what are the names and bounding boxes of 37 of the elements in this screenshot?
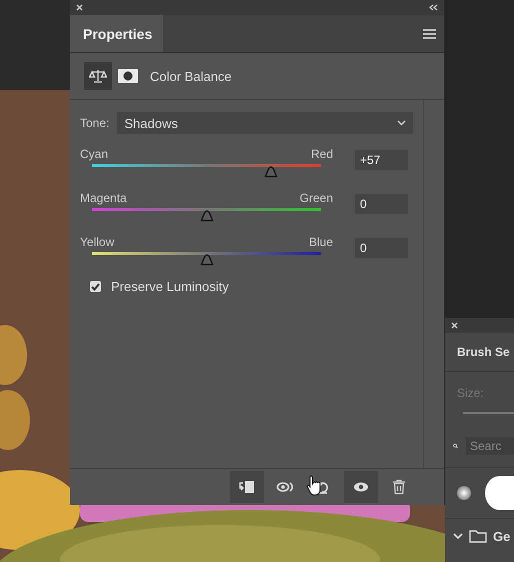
slider-thumb[interactable] [200, 254, 214, 266]
slider-label: Red [310, 147, 333, 161]
slider-thumb[interactable] [200, 210, 214, 222]
adjustment-title: Color Balance [150, 68, 232, 84]
slider-label: Yellow [80, 235, 114, 249]
soft-brush-icon[interactable] [457, 486, 471, 500]
panel-tab[interactable]: Properties [70, 15, 163, 52]
value-field[interactable]: +57 [355, 150, 408, 170]
clip-layer-icon [238, 479, 256, 495]
slider-label: Magenta [80, 191, 127, 205]
layer-mask-icon[interactable] [118, 69, 138, 83]
value-field[interactable]: 0 [355, 238, 408, 258]
value-field[interactable]: 0 [355, 194, 408, 214]
close-icon[interactable] [451, 322, 458, 329]
tone-label: Tone: [80, 116, 110, 130]
close-icon[interactable] [76, 4, 83, 11]
brush-group-name[interactable]: Ge [493, 529, 510, 544]
chevron-down-icon [397, 120, 406, 126]
collapse-icon[interactable] [429, 4, 438, 11]
balance-scale-icon[interactable] [84, 62, 112, 90]
slider-label: Green [300, 191, 333, 205]
visibility-button[interactable] [344, 471, 378, 503]
eye-arrow-icon [276, 479, 294, 495]
menu-icon[interactable] [423, 28, 436, 38]
clip-to-layer-button[interactable] [230, 471, 264, 503]
tone-dropdown[interactable]: Shadows [117, 112, 413, 134]
checkbox[interactable] [90, 281, 101, 292]
trash-icon [390, 479, 408, 495]
slider-thumb[interactable] [264, 166, 278, 178]
hard-brush-icon[interactable] [484, 476, 514, 510]
panel-tab[interactable]: Brush Se [457, 345, 510, 359]
slider-label: Cyan [80, 147, 108, 161]
checkbox-label: Preserve Luminosity [111, 279, 229, 294]
search-field[interactable]: Searc [466, 437, 514, 455]
slider-label: Blue [308, 235, 333, 249]
chevron-down-icon[interactable] [453, 533, 463, 540]
folder-icon [469, 530, 487, 543]
